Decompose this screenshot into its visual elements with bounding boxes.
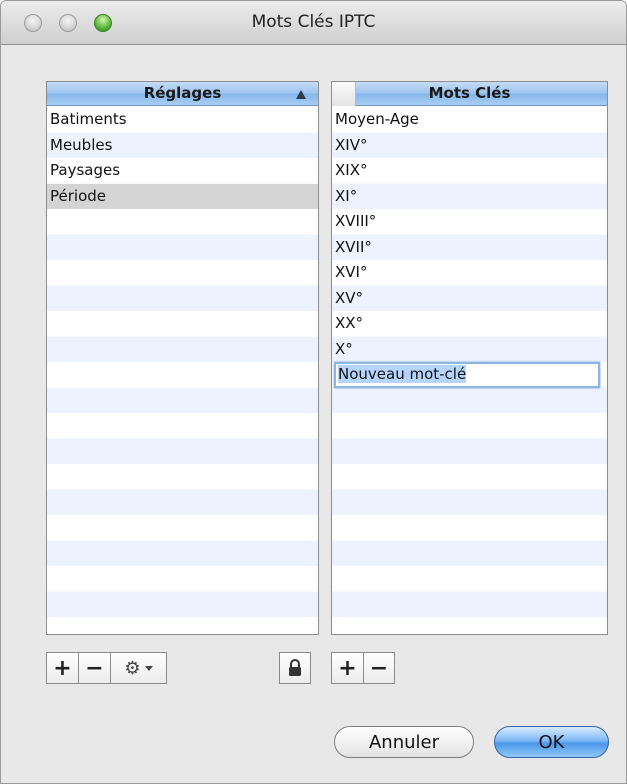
new-keyword-text: Nouveau mot-clé bbox=[338, 365, 467, 383]
header-corner bbox=[332, 82, 356, 106]
settings-table[interactable]: Réglages Batiments Meubles Paysages Période bbox=[46, 81, 319, 635]
cancel-button[interactable]: Annuler bbox=[334, 726, 474, 758]
gear-icon: ⚙ bbox=[124, 657, 141, 679]
settings-button-bar: + − ⚙ bbox=[46, 652, 167, 684]
plus-icon: + bbox=[53, 655, 72, 681]
ok-button[interactable]: OK bbox=[494, 726, 609, 758]
keyword-row[interactable]: Moyen-Age bbox=[332, 107, 607, 133]
keywords-button-bar: + − bbox=[331, 652, 395, 684]
add-setting-button[interactable]: + bbox=[46, 652, 78, 684]
keywords-column-header[interactable]: Mots Clés bbox=[332, 82, 607, 106]
settings-column-header[interactable]: Réglages bbox=[47, 82, 318, 106]
keyword-row[interactable]: XIX° bbox=[332, 158, 607, 184]
chevron-down-icon bbox=[144, 665, 153, 671]
minus-icon: − bbox=[369, 655, 389, 681]
title-bar[interactable]: Mots Clés IPTC bbox=[1, 1, 626, 45]
sort-ascending-icon bbox=[296, 90, 306, 99]
new-keyword-input[interactable]: Nouveau mot-clé bbox=[334, 362, 600, 388]
settings-rows: Batiments Meubles Paysages Période bbox=[47, 107, 318, 634]
keyword-row[interactable]: XVIII° bbox=[332, 209, 607, 235]
plus-icon: + bbox=[338, 655, 357, 681]
window-title: Mots Clés IPTC bbox=[251, 12, 376, 32]
settings-row[interactable]: Période bbox=[47, 183, 318, 209]
keyword-row[interactable]: XVII° bbox=[332, 235, 607, 261]
remove-setting-button[interactable]: − bbox=[78, 652, 110, 684]
settings-row[interactable]: Paysages bbox=[47, 158, 318, 184]
settings-row[interactable]: Batiments bbox=[47, 107, 318, 133]
keyword-row[interactable]: XV° bbox=[332, 286, 607, 312]
settings-header-label: Réglages bbox=[143, 84, 222, 102]
keyword-rows: Moyen-Age XIV° XIX° XI° XVIII° XVII° XVI° XV° XX… bbox=[332, 107, 607, 634]
settings-row[interactable]: Meubles bbox=[47, 133, 318, 159]
add-keyword-button[interactable]: + bbox=[331, 652, 363, 684]
keyword-row[interactable]: XX° bbox=[332, 311, 607, 337]
keywords-table[interactable]: Mots Clés Moyen-Age XIV° XIX° XI° XVIII° XVII… bbox=[331, 81, 608, 635]
lock-icon bbox=[289, 659, 301, 676]
dialog-window: Mots Clés IPTC Réglages Batiments Meubles… bbox=[0, 0, 627, 784]
keyword-row[interactable]: XIV° bbox=[332, 133, 607, 159]
keywords-header-label: Mots Clés bbox=[428, 84, 511, 102]
keyword-row[interactable]: XVI° bbox=[332, 260, 607, 286]
keyword-row[interactable]: X° bbox=[332, 337, 607, 363]
remove-keyword-button[interactable]: − bbox=[363, 652, 395, 684]
keyword-row[interactable]: XI° bbox=[332, 184, 607, 210]
minus-icon: − bbox=[85, 655, 104, 681]
action-menu-button[interactable]: ⚙ bbox=[110, 652, 167, 684]
lock-button[interactable] bbox=[279, 652, 311, 684]
